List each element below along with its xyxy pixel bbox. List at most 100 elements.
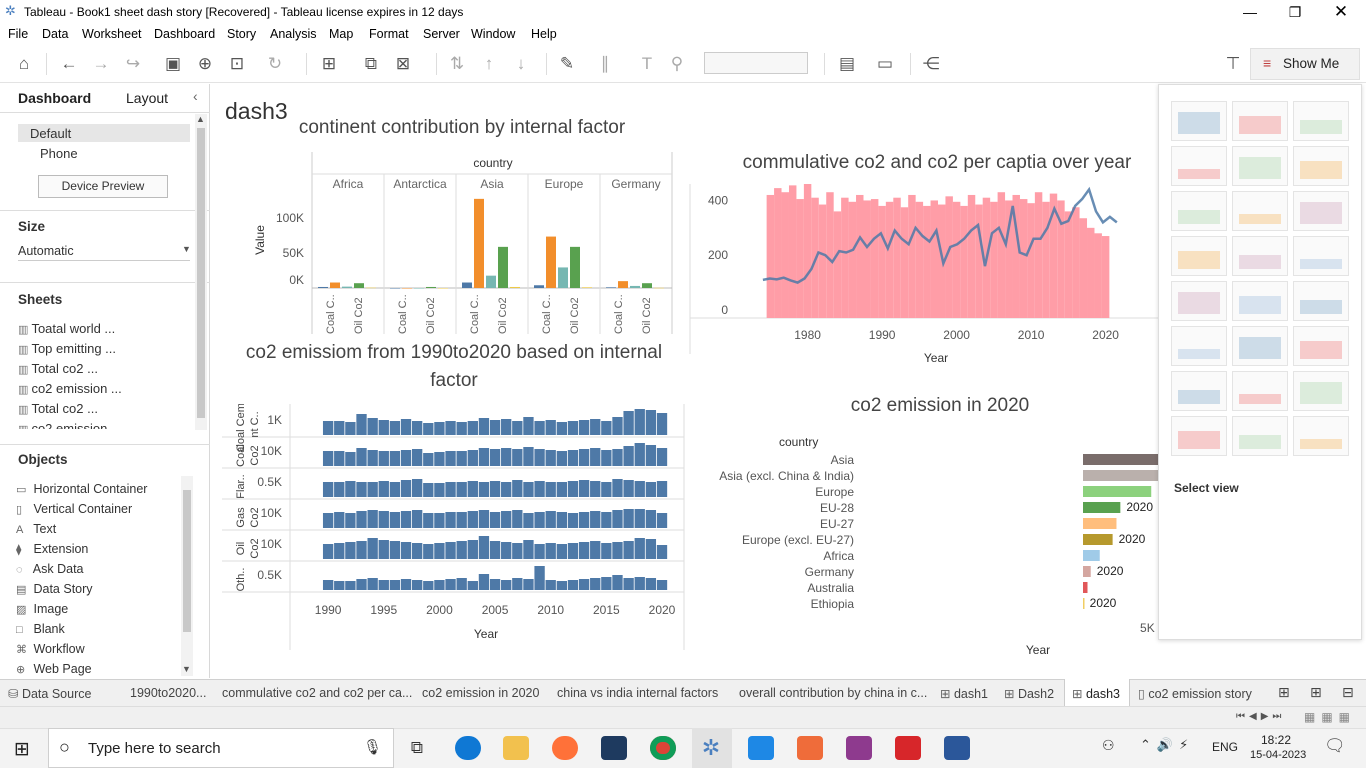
tab-sheet[interactable]: commulative co2 and co2 per ca... xyxy=(222,686,412,700)
chart-type-thumbnail[interactable] xyxy=(1232,371,1288,411)
chart-type-thumbnail[interactable] xyxy=(1232,191,1288,231)
windows-start-icon[interactable]: ⊞ xyxy=(14,738,30,761)
chart-type-thumbnail[interactable] xyxy=(1232,281,1288,321)
language-indicator[interactable]: ENG xyxy=(1212,740,1238,754)
chart4-emission-2020[interactable]: country Year Asia202Asia (excl. China & … xyxy=(702,432,1158,664)
chart-type-thumbnail[interactable] xyxy=(1171,416,1227,456)
highlight-icon[interactable]: ✎ xyxy=(556,54,578,74)
tray-icons[interactable]: ⌃🔊⚡ xyxy=(1140,737,1194,753)
object-web-page[interactable]: ⊕ Web Page xyxy=(16,662,92,676)
menu-data[interactable]: Data xyxy=(42,27,68,41)
minimize-icon[interactable]: — xyxy=(1235,2,1265,22)
tab-story[interactable]: ▯ co2 emission story xyxy=(1138,686,1252,701)
object-workflow[interactable]: ⌘ Workflow xyxy=(16,642,85,656)
microphone-icon[interactable]: 🎙 xyxy=(363,738,382,756)
word-icon[interactable] xyxy=(944,736,970,760)
menu-format[interactable]: Format xyxy=(369,27,409,41)
presentation-icon[interactable]: ▭ xyxy=(874,54,896,74)
tab-sheet[interactable]: china vs india internal factors xyxy=(557,686,718,700)
acrobat-icon[interactable] xyxy=(895,736,921,760)
menu-dashboard[interactable]: Dashboard xyxy=(154,27,215,41)
sheet-item[interactable]: ▥ Top emitting ... xyxy=(18,341,116,356)
labels-icon[interactable]: T xyxy=(636,54,658,74)
chart-type-thumbnail[interactable] xyxy=(1293,416,1349,456)
menu-window[interactable]: Window xyxy=(471,27,515,41)
device-phone[interactable]: Phone xyxy=(40,146,78,161)
save-icon[interactable]: ▣ xyxy=(162,54,184,74)
new-story-tab-icon[interactable]: ⊟ xyxy=(1342,684,1354,701)
tab-sheet[interactable]: overall contribution by china in c... xyxy=(739,686,927,700)
chart-type-thumbnail[interactable] xyxy=(1232,416,1288,456)
tab-sheet[interactable]: co2 emission in 2020 xyxy=(422,686,539,700)
object-image[interactable]: ▨ Image xyxy=(16,602,68,616)
chart-type-thumbnail[interactable] xyxy=(1232,101,1288,141)
menu-server[interactable]: Server xyxy=(423,27,460,41)
group-icon[interactable]: ∥ xyxy=(594,54,616,74)
tab-view-icon[interactable]: ▦▦▦ xyxy=(1304,710,1356,724)
tab-dashboard-dash3[interactable]: ⊞ dash3 xyxy=(1072,686,1120,701)
chart-type-thumbnail[interactable] xyxy=(1171,281,1227,321)
firefox-icon[interactable] xyxy=(552,736,578,760)
sheet-item[interactable]: ▥ Total co2 ... xyxy=(18,361,98,376)
chart-type-thumbnail[interactable] xyxy=(1171,326,1227,366)
tab-data-source[interactable]: ⛁ Data Source xyxy=(8,686,91,701)
object-data-story[interactable]: ▤ Data Story xyxy=(16,582,93,596)
vscode-icon[interactable] xyxy=(748,736,774,760)
chevron-down-icon[interactable]: ▼ xyxy=(182,244,191,254)
clear-sheet-icon[interactable]: ⊠ xyxy=(392,54,414,74)
menu-help[interactable]: Help xyxy=(531,27,557,41)
object-blank[interactable]: □ Blank xyxy=(16,622,65,636)
new-worksheet-tab-icon[interactable]: ⊞ xyxy=(1278,684,1290,701)
sheet-item[interactable]: ▥ Toatal world ... xyxy=(18,321,115,336)
pin-icon[interactable]: ⚲ xyxy=(666,54,688,74)
object-horizontal-container[interactable]: ▭ Horizontal Container xyxy=(16,482,147,496)
sort-ascending-icon[interactable]: ↑ xyxy=(478,54,500,74)
object-vertical-container[interactable]: ▯ Vertical Container xyxy=(16,502,132,516)
tab-layout[interactable]: Layout xyxy=(126,90,168,106)
tab-dashboard-dash2[interactable]: ⊞ Dash2 xyxy=(1004,686,1054,701)
menu-file[interactable]: File xyxy=(8,27,28,41)
show-me-button[interactable]: ≡ Show Me xyxy=(1250,48,1360,80)
menu-map[interactable]: Map xyxy=(329,27,353,41)
clock-date[interactable]: 15-04-2023 xyxy=(1250,749,1306,761)
menu-story[interactable]: Story xyxy=(227,27,256,41)
pause-update-icon[interactable]: ⊡ xyxy=(226,54,248,74)
menu-analysis[interactable]: Analysis xyxy=(270,27,317,41)
sort-descending-icon[interactable]: ↓ xyxy=(510,54,532,74)
sheet-item[interactable]: ▥ Total co2 ... xyxy=(18,401,98,416)
new-dashboard-tab-icon[interactable]: ⊞ xyxy=(1310,684,1322,701)
chart-type-thumbnail[interactable] xyxy=(1171,371,1227,411)
new-worksheet-icon[interactable]: ⊞ xyxy=(318,54,340,74)
sheet-item[interactable]: ▥ co2 emission ... xyxy=(18,381,122,396)
objects-scrollbar[interactable]: ▼ xyxy=(181,476,193,676)
undo-icon[interactable]: ← xyxy=(58,54,80,74)
notification-icon[interactable]: 🗨 xyxy=(1324,736,1346,756)
chart-type-thumbnail[interactable] xyxy=(1293,101,1349,141)
fit-dropdown[interactable] xyxy=(704,52,808,74)
duplicate-icon[interactable]: ⧉ xyxy=(360,54,382,74)
menu-worksheet[interactable]: Worksheet xyxy=(82,27,142,41)
taskbar-search[interactable]: ○ Type here to search 🎙 xyxy=(48,728,394,768)
chart-type-thumbnail[interactable] xyxy=(1293,146,1349,186)
swap-icon[interactable]: ⇅ xyxy=(446,54,468,74)
clock-time[interactable]: 18:22 xyxy=(1261,733,1291,747)
new-datasource-icon[interactable]: ⊕ xyxy=(194,54,216,74)
size-dropdown[interactable]: Automatic xyxy=(18,244,74,258)
scroll-down-icon[interactable]: ▼ xyxy=(182,664,191,674)
object-extension[interactable]: ⧫ Extension xyxy=(16,542,88,556)
chart-type-thumbnail[interactable] xyxy=(1293,371,1349,411)
close-icon[interactable]: ✕ xyxy=(1326,2,1356,22)
refresh-icon[interactable]: ↻ xyxy=(264,54,286,74)
collapse-pane-icon[interactable]: ‹ xyxy=(193,88,198,104)
chart-type-thumbnail[interactable] xyxy=(1171,146,1227,186)
chart3-factor-rows[interactable]: Year Coal Ceme nt C.. 1KCoal Co2 10KFlar.. 0.… xyxy=(222,404,687,652)
device-preview-button[interactable]: Device Preview xyxy=(38,175,168,198)
winrar-icon[interactable] xyxy=(846,736,872,760)
vm-app-icon[interactable] xyxy=(601,736,627,760)
chart-type-thumbnail[interactable] xyxy=(1232,146,1288,186)
chart-type-thumbnail[interactable] xyxy=(1293,191,1349,231)
restore-icon[interactable]: ❐ xyxy=(1280,2,1310,22)
sheet-item[interactable]: ▥ co2 emission xyxy=(18,421,107,429)
task-view-icon[interactable]: ⧉ xyxy=(404,736,430,760)
chart-type-thumbnail[interactable] xyxy=(1293,281,1349,321)
